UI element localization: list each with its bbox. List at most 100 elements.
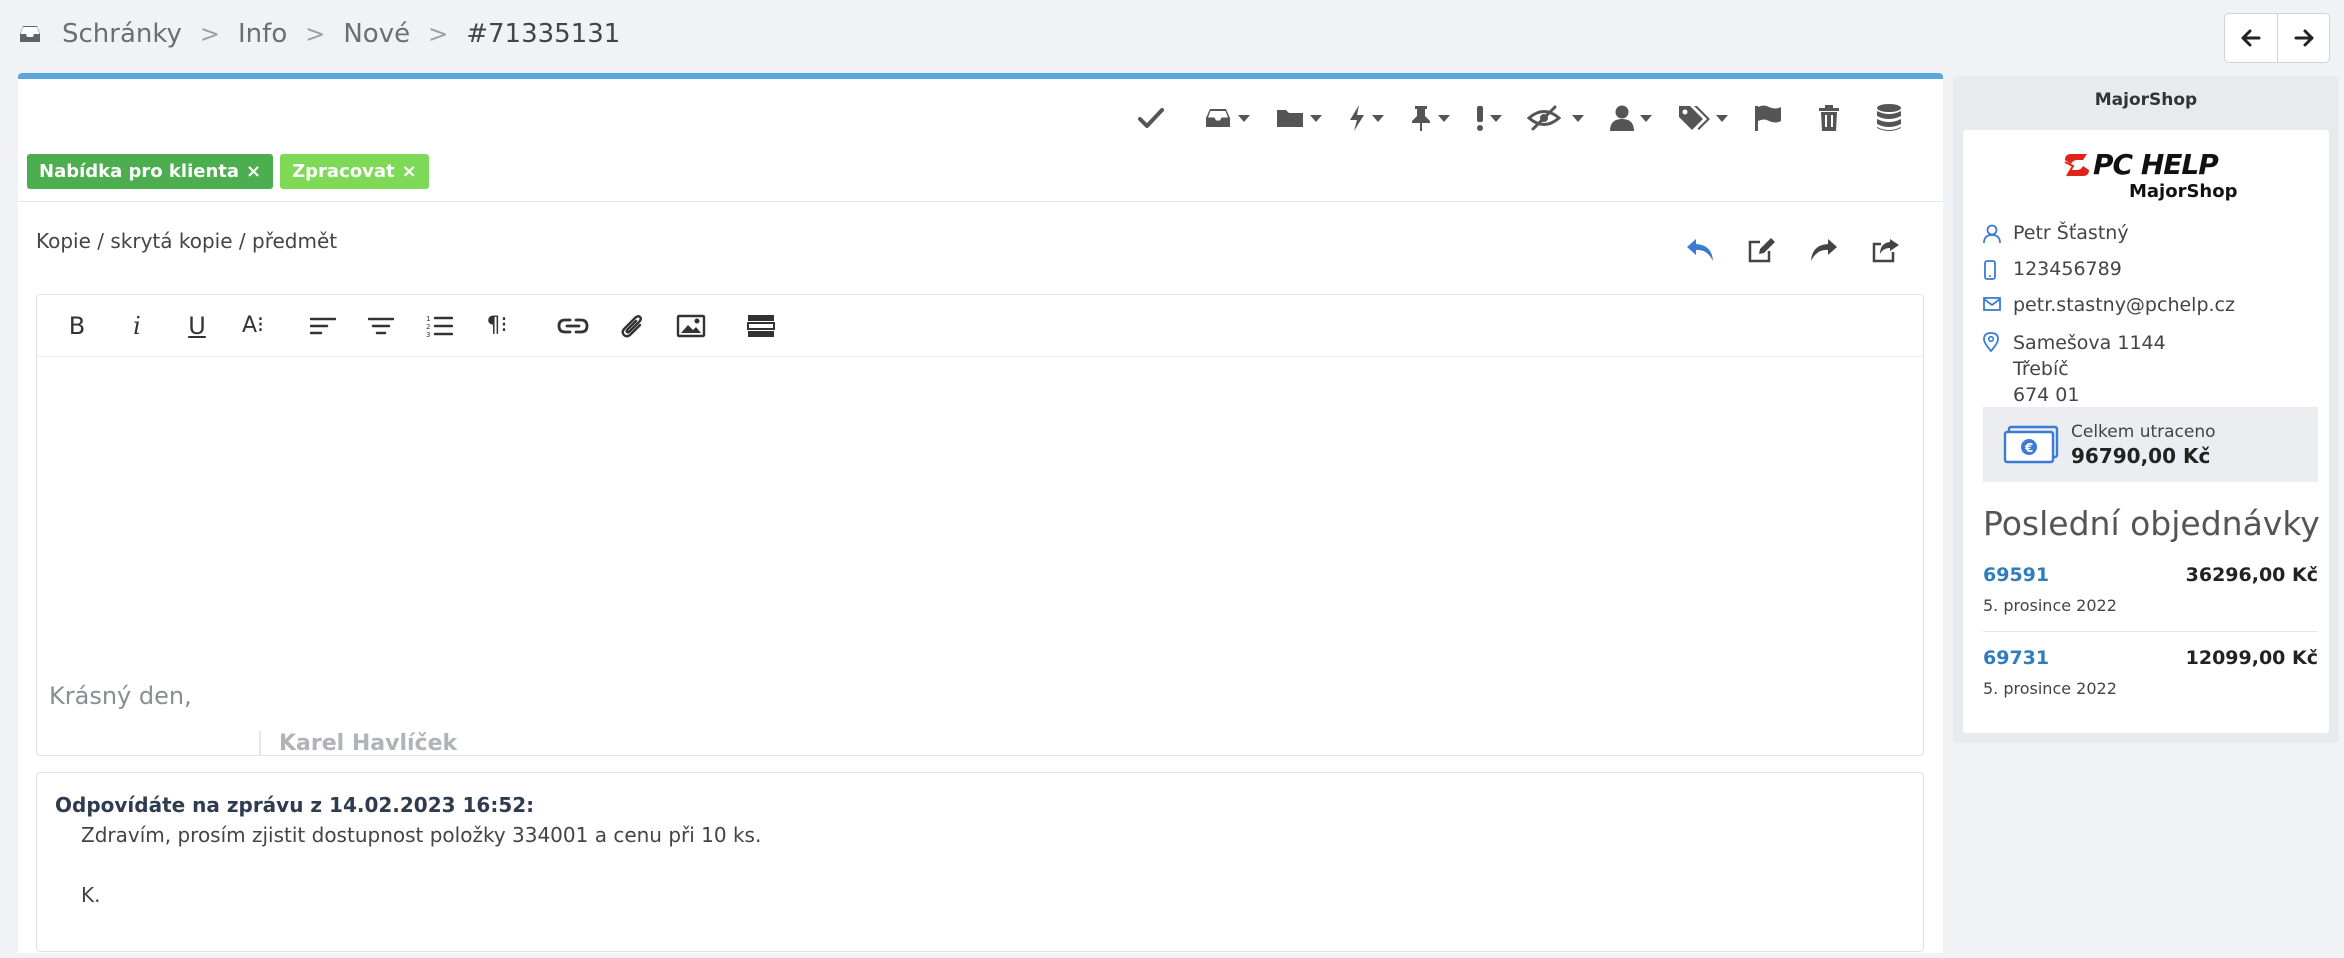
underline-label: U — [188, 311, 206, 340]
breadcrumb-info[interactable]: Info — [238, 19, 287, 49]
user-outline-icon — [1983, 224, 2013, 244]
editor-body[interactable]: Krásný den, Karel Havlíček — [37, 357, 1923, 755]
underline-button[interactable]: U — [179, 306, 215, 346]
top-bar: Schránky > Info > Nové > #71335131 — [0, 0, 2344, 68]
italic-button[interactable]: i — [119, 306, 155, 346]
address-zip: 674 01 — [2013, 384, 2080, 406]
signature-name: Karel Havlíček — [259, 731, 457, 755]
inbox-icon — [18, 24, 42, 44]
check-icon — [1137, 106, 1165, 130]
inbox-icon — [1203, 106, 1233, 130]
remove-tag-button[interactable]: × — [402, 161, 417, 182]
customer-email[interactable]: petr.stastny@pchelp.cz — [2013, 294, 2235, 316]
visibility-dropdown[interactable] — [1527, 105, 1585, 131]
next-button[interactable] — [2277, 14, 2329, 62]
align-left-button[interactable] — [305, 306, 341, 346]
tags-dropdown[interactable] — [1677, 104, 1729, 132]
sidebar-title: MajorShop — [2094, 90, 2198, 110]
align-center-button[interactable] — [363, 306, 399, 346]
eye-slash-icon — [1527, 105, 1561, 131]
bold-label: B — [68, 311, 86, 340]
breadcrumb-ticket-id: #71335131 — [466, 19, 621, 49]
priority-dropdown[interactable] — [1475, 104, 1503, 132]
forward-button[interactable] — [1809, 237, 1839, 263]
quoted-line: K. — [81, 883, 101, 907]
chevron-down-icon — [1715, 113, 1729, 123]
align-center-icon — [368, 316, 394, 336]
prev-next-nav — [2224, 13, 2330, 63]
bold-button[interactable]: B — [59, 306, 95, 346]
money-icon: € — [2003, 425, 2059, 465]
tags-icon — [1677, 104, 1711, 132]
database-button[interactable] — [1875, 103, 1903, 133]
attach-file-button[interactable] — [615, 306, 651, 346]
tag-list: Nabídka pro klienta × Zpracovat × — [27, 154, 436, 189]
flag-button[interactable] — [1753, 104, 1783, 132]
quoted-message: Odpovídáte na zprávu z 14.02.2023 16:52:… — [36, 772, 1924, 952]
share-icon — [1871, 237, 1901, 263]
move-to-inbox-dropdown[interactable] — [1203, 106, 1251, 130]
svg-text:3: 3 — [426, 331, 430, 337]
previous-button[interactable] — [2225, 14, 2277, 62]
logo-brand: PC HELP — [2093, 148, 2219, 181]
flag-icon — [1753, 104, 1783, 132]
tag-process: Zpracovat × — [280, 154, 429, 189]
svg-text:€: € — [2024, 441, 2033, 455]
more-tools-button[interactable] — [743, 306, 779, 346]
total-spent-box: € Celkem utraceno 96790,00 Kč — [1983, 407, 2318, 482]
edit-note-button[interactable] — [1747, 237, 1777, 263]
remove-tag-button[interactable]: × — [246, 161, 261, 182]
delete-button[interactable] — [1817, 104, 1841, 132]
font-size-button[interactable]: A⁝ — [235, 306, 271, 346]
insert-link-button[interactable] — [555, 306, 591, 346]
order-price: 12099,00 Kč — [2185, 647, 2318, 669]
bolt-icon — [1347, 104, 1367, 132]
resolve-button[interactable] — [1137, 106, 1165, 130]
message-panel: Nabídka pro klienta × Zpracovat × Kopie … — [18, 73, 1943, 953]
breadcrumb-separator: > — [199, 20, 221, 48]
insert-image-button[interactable] — [673, 306, 709, 346]
order-date: 5. prosince 2022 — [1983, 679, 2117, 698]
rich-text-editor: B i U A⁝ 123 ¶⁝ Krásný den, Karel Havlíč… — [36, 294, 1924, 756]
edit-icon — [1747, 237, 1777, 263]
customer-sidebar: MajorShop PC HELP MajorShop Petr Šťastný… — [1953, 76, 2339, 743]
address-city: Třebíč — [2013, 358, 2069, 380]
shop-logo: PC HELP MajorShop — [2063, 148, 2263, 206]
folder-dropdown[interactable] — [1275, 106, 1323, 130]
chevron-down-icon — [1639, 113, 1653, 123]
ticket-toolbar — [1113, 97, 1903, 139]
svg-text:2: 2 — [426, 323, 430, 331]
svg-text:1: 1 — [426, 315, 430, 323]
envelope-icon — [1983, 296, 2013, 312]
ordered-list-icon: 123 — [425, 315, 453, 337]
chevron-down-icon — [1571, 113, 1585, 123]
italic-label: i — [133, 311, 141, 340]
cc-bcc-subject-link[interactable]: Kopie / skrytá kopie / předmět — [36, 229, 337, 253]
ordered-list-button[interactable]: 123 — [421, 306, 457, 346]
breadcrumb-new[interactable]: Nové — [343, 19, 410, 49]
paragraph-label: ¶⁝ — [486, 313, 508, 338]
chevron-down-icon — [1309, 113, 1323, 123]
pin-dropdown[interactable] — [1409, 104, 1451, 132]
breadcrumb-inboxes[interactable]: Schránky — [62, 19, 182, 49]
reply-actions — [1653, 237, 1901, 263]
order-divider — [1983, 631, 2318, 632]
customer-name-row: Petr Šťastný — [1983, 222, 2129, 244]
assign-user-dropdown[interactable] — [1609, 104, 1653, 132]
customer-phone-row: 123456789 — [1983, 258, 2122, 280]
arrow-left-icon — [2241, 29, 2261, 47]
breadcrumb: Schránky > Info > Nové > #71335131 — [18, 14, 620, 54]
divider — [18, 201, 1943, 202]
user-icon — [1609, 104, 1635, 132]
order-date: 5. prosince 2022 — [1983, 596, 2117, 615]
arrow-right-icon — [2294, 29, 2314, 47]
link-icon — [557, 317, 589, 335]
reply-button[interactable] — [1685, 237, 1715, 263]
paragraph-button[interactable]: ¶⁝ — [479, 306, 515, 346]
customer-card: PC HELP MajorShop Petr Šťastný 123456789… — [1963, 130, 2329, 733]
chevron-down-icon — [1489, 113, 1503, 123]
actions-dropdown[interactable] — [1347, 104, 1385, 132]
order-item: 69731 12099,00 Kč 5. prosince 2022 — [1983, 647, 2318, 698]
customer-phone[interactable]: 123456789 — [2013, 258, 2122, 280]
share-button[interactable] — [1871, 237, 1901, 263]
